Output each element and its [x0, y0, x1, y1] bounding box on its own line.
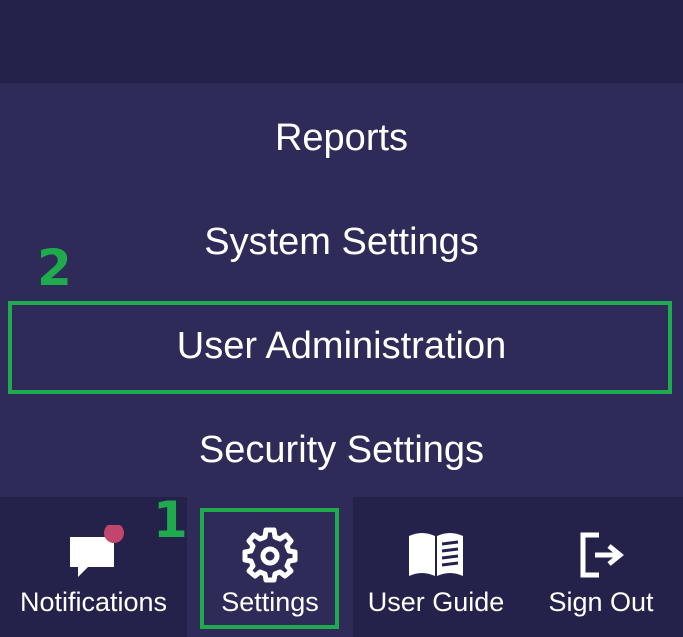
user-guide-label: User Guide [367, 587, 505, 617]
sign-out-button[interactable]: Sign Out [519, 497, 683, 637]
notifications-label: Notifications [19, 587, 168, 617]
settings-button[interactable]: Settings [187, 497, 353, 637]
sign-out-label: Sign Out [548, 587, 654, 617]
menu-item-label: Security Settings [198, 428, 485, 471]
user-guide-button[interactable]: User Guide [353, 497, 519, 637]
settings-submenu: Reports System Settings User Administrat… [0, 83, 683, 497]
chat-bubble-icon [64, 525, 124, 585]
settings-label: Settings [221, 587, 319, 617]
menu-item-user-administration[interactable]: User Administration [0, 294, 683, 398]
gear-icon [240, 525, 300, 585]
top-bar [0, 0, 683, 83]
menu-item-label: User Administration [176, 324, 507, 367]
menu-item-reports[interactable]: Reports [0, 86, 683, 190]
book-icon [406, 525, 466, 585]
step-number-1: 1 [153, 491, 188, 549]
menu-item-security-settings[interactable]: Security Settings [0, 398, 683, 502]
sign-out-icon [571, 525, 631, 585]
menu-item-label: System Settings [204, 220, 479, 263]
bottom-nav-bar: Notifications Settings User Guide Sign O… [0, 497, 683, 637]
step-number-2: 2 [37, 239, 72, 297]
menu-item-system-settings[interactable]: System Settings [0, 190, 683, 294]
menu-item-label: Reports [274, 116, 409, 159]
